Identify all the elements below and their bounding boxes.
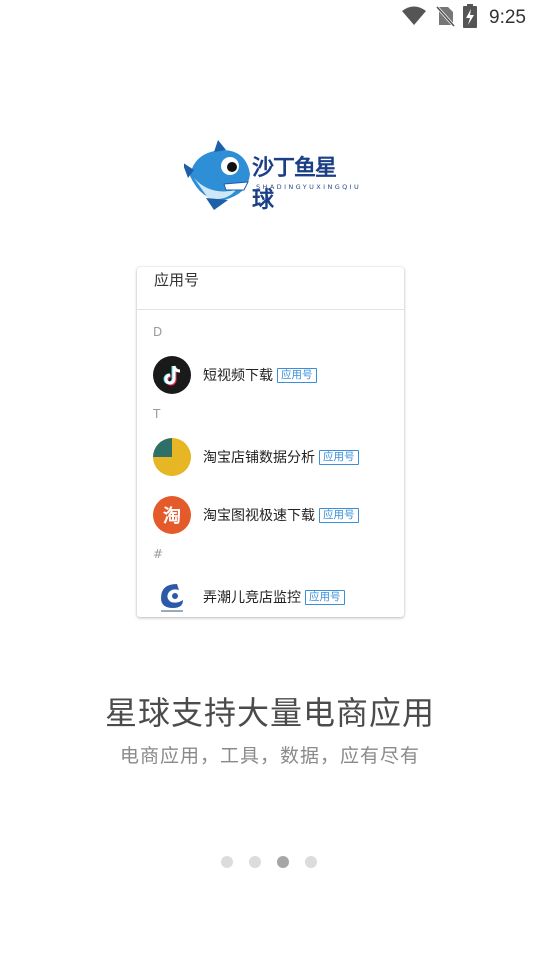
wifi-icon — [401, 5, 427, 31]
app-tag-badge: 应用号 — [277, 367, 317, 383]
list-item-label: 淘宝店铺数据分析 — [203, 450, 315, 466]
app-tag-badge: 应用号 — [305, 589, 345, 605]
list-item-shop-analytics[interactable]: 淘宝店铺数据分析 应用号 — [153, 438, 359, 476]
section-letter-t: T — [153, 407, 161, 421]
fish-mascot-icon — [184, 140, 250, 210]
card-title: 应用号 — [154, 271, 200, 289]
page-dot-4[interactable] — [305, 856, 317, 868]
app-tag-badge: 应用号 — [319, 449, 359, 465]
list-item-label: 短视频下载 — [203, 368, 273, 384]
section-letter-hash: # — [153, 547, 164, 561]
wave-logo-icon — [153, 578, 191, 616]
no-sim-icon — [435, 5, 456, 31]
page-dot-2[interactable] — [249, 856, 261, 868]
taobao-icon-glyph: 淘 — [163, 506, 181, 527]
list-item-label: 淘宝图视极速下载 — [203, 508, 315, 524]
douyin-icon — [153, 356, 191, 394]
pie-chart-icon — [153, 438, 191, 476]
page-indicator — [221, 856, 317, 868]
status-bar: 9:25 — [0, 0, 540, 36]
onboarding-headline: 星球支持大量电商应用 — [104, 694, 435, 732]
app-preview-card: 应用号 D 短视频下载 应用号 T 淘宝店铺数据分析 应用号 淘 淘宝图视极速下… — [137, 267, 404, 617]
card-header: 应用号 — [137, 267, 404, 310]
section-letter-d: D — [153, 325, 163, 339]
page-dot-3-active[interactable] — [277, 856, 289, 868]
battery-charging-icon — [463, 4, 478, 32]
list-item-taobao-download[interactable]: 淘 淘宝图视极速下载 应用号 — [153, 496, 359, 534]
list-item-shop-monitor[interactable]: 弄潮儿竞店监控 应用号 — [153, 578, 345, 616]
list-item-label: 弄潮儿竞店监控 — [203, 590, 301, 606]
list-item-short-video[interactable]: 短视频下载 应用号 — [153, 356, 317, 394]
logo-subtext: SHADINGYUXINGQIU — [256, 183, 362, 191]
taobao-icon: 淘 — [153, 496, 191, 534]
app-logo: 沙丁鱼星球 SHADINGYUXINGQIU — [184, 138, 359, 213]
onboarding-subtitle: 电商应用，工具，数据，应有尽有 — [119, 745, 420, 767]
app-tag-badge: 应用号 — [319, 507, 359, 523]
clock: 9:25 — [489, 7, 526, 28]
logo-text: 沙丁鱼星球 — [252, 156, 337, 213]
page-dot-1[interactable] — [221, 856, 233, 868]
